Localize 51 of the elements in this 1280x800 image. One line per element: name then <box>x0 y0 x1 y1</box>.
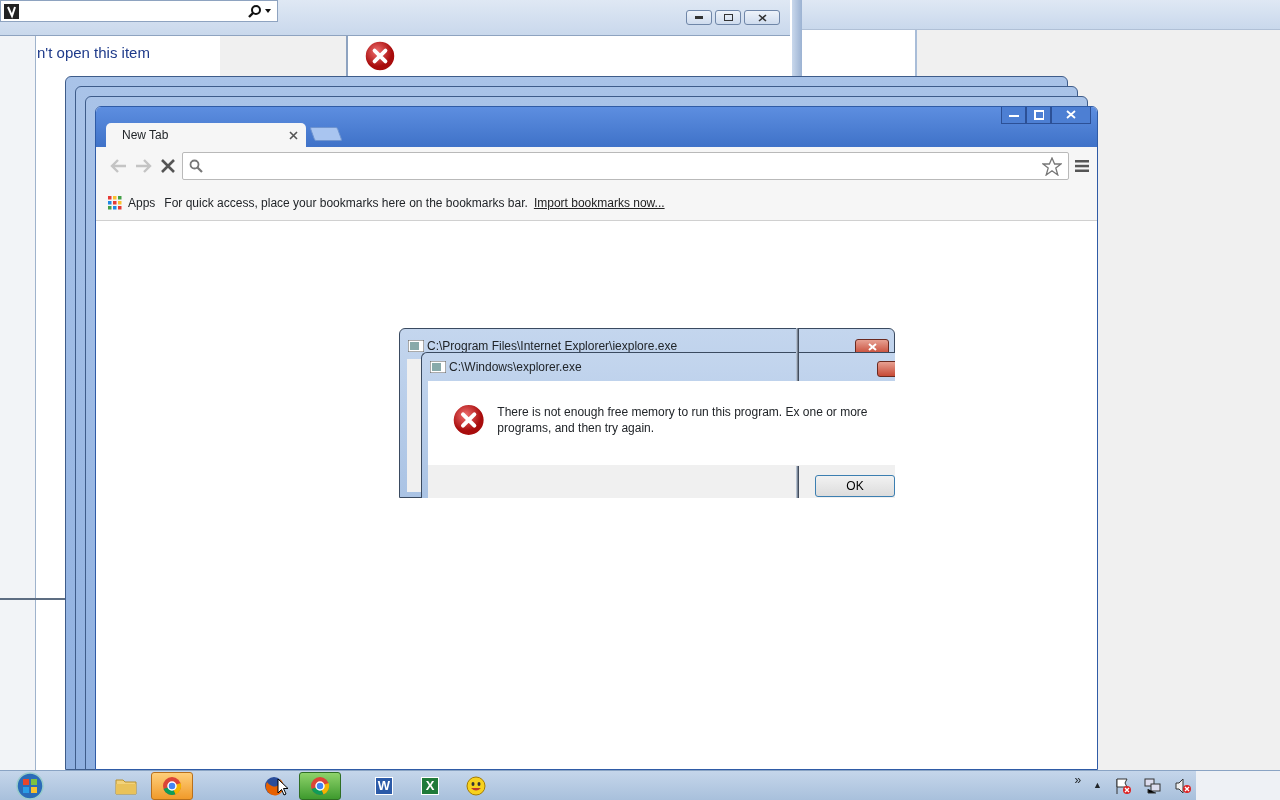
error-message: n't open this item <box>37 43 150 63</box>
taskbar-button[interactable]: W <box>363 771 405 800</box>
close-button[interactable] <box>877 361 895 377</box>
dialog-title: C:\Windows\explorer.exe <box>449 359 582 376</box>
maximize-icon <box>1033 110 1044 120</box>
bookmark-star-icon[interactable] <box>1042 156 1062 176</box>
maximize-button[interactable] <box>1026 107 1051 124</box>
menu-icon[interactable] <box>1075 160 1089 172</box>
search-icon <box>189 159 203 173</box>
dialog-title: C:\Program Files\Internet Explorer\iexplore.exe <box>427 338 678 355</box>
browser-tab[interactable]: New Tab <box>106 123 306 147</box>
close-button[interactable] <box>744 10 780 25</box>
search-field[interactable] <box>0 0 278 22</box>
new-tab-button[interactable] <box>309 127 343 141</box>
show-hidden-icons-button[interactable]: ▲ <box>1093 778 1102 793</box>
app-icon <box>4 3 19 19</box>
close-icon <box>867 343 877 351</box>
taskbar-button[interactable]: X <box>409 771 451 800</box>
speaker-icon[interactable] <box>1174 776 1192 795</box>
minimize-button[interactable] <box>686 10 712 25</box>
error-icon <box>452 403 486 437</box>
window-icon <box>408 340 424 352</box>
start-orb-icon <box>15 771 45 800</box>
network-icon[interactable] <box>1144 776 1162 795</box>
bookmarks-hint: For quick access, place your bookmarks here on the bookmarks bar. <box>164 194 528 212</box>
maximize-button[interactable] <box>715 10 741 25</box>
flag-icon[interactable] <box>1114 776 1132 795</box>
apps-icon <box>108 195 122 210</box>
chrome-icon <box>162 775 182 796</box>
close-icon <box>757 13 767 22</box>
error-icon <box>364 40 396 72</box>
overflow-button[interactable]: » <box>1074 770 1082 789</box>
mouse-cursor-icon <box>277 778 289 796</box>
close-button[interactable] <box>1051 107 1091 124</box>
chrome-icon <box>310 775 330 796</box>
search-icon[interactable] <box>247 4 273 18</box>
close-icon <box>1066 110 1076 120</box>
stop-icon[interactable] <box>160 158 176 174</box>
word-icon: W <box>375 776 393 795</box>
folder-icon <box>115 776 137 795</box>
error-message: There is not enough free memory to run this program. Ex one or more programs, and then try again. <box>497 404 869 436</box>
excel-icon: X <box>421 776 439 795</box>
ok-button[interactable]: OK <box>815 475 895 497</box>
maximize-icon <box>723 14 733 21</box>
import-bookmarks-link[interactable]: Import bookmarks now... <box>533 193 665 212</box>
window-icon <box>430 361 446 373</box>
close-icon[interactable] <box>289 130 298 140</box>
apps-button[interactable]: Apps <box>108 193 156 212</box>
minimize-icon <box>695 16 703 19</box>
smiley-icon <box>466 775 486 796</box>
minimize-button[interactable] <box>1001 107 1026 124</box>
